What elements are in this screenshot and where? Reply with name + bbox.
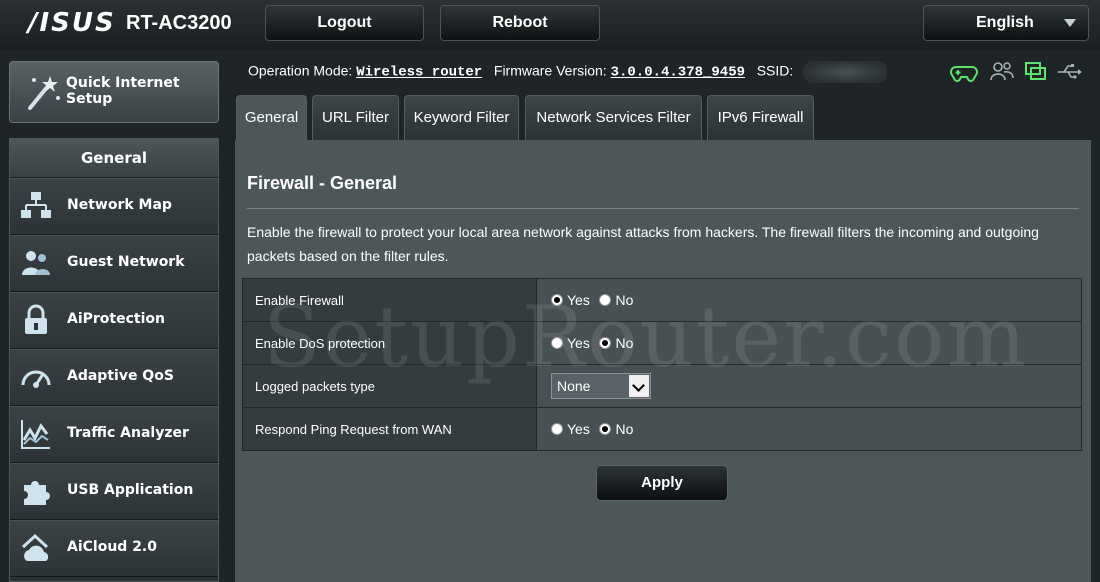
firmware-label: Firmware Version: [493,62,607,79]
tab-network-services-filter[interactable]: Network Services Filter [525,95,702,140]
guest-network-icon [22,251,50,275]
sidebar-item-adaptive-qos[interactable]: Adaptive QoS [10,349,218,406]
title-divider [247,208,1079,209]
yes-label: Yes [567,335,590,351]
yes-label: Yes [567,292,590,308]
enable-firewall-no-radio[interactable] [599,294,612,306]
tab-keyword-filter[interactable]: Keyword Filter [404,95,519,140]
network-map-icon [21,192,51,218]
table-row: Respond Ping Request from WAN Yes No [242,407,1082,451]
sidebar-item-label: Network Map [67,197,172,213]
firmware-version-link[interactable]: 3.0.0.4.378_9459 [611,65,745,81]
sidebar-item-label: Traffic Analyzer [67,425,189,441]
chevron-down-icon [1064,19,1076,27]
respond-ping-label: Respond Ping Request from WAN [242,407,537,451]
magic-wand-icon [28,76,60,110]
monitor-icon[interactable] [1024,61,1048,83]
no-label: No [615,421,634,437]
page-description: Enable the firewall to protect your loca… [247,224,1039,264]
cloud-home-icon [21,533,49,561]
tab-general[interactable]: General [236,95,307,140]
firewall-settings-table: Enable Firewall Yes No Enable DoS protec… [242,278,1082,451]
status-bar: Operation Mode: Wireless router Firmware… [248,61,888,83]
clients-icon[interactable] [990,61,1014,83]
respond-ping-yes-radio[interactable] [551,423,563,435]
enable-firewall-options: Yes No [536,278,1082,322]
no-label: No [615,292,634,308]
sidebar-item-network-map[interactable]: Network Map [10,178,218,235]
asus-logo: /ISUS [28,8,116,38]
enable-dos-label: Enable DoS protection [242,321,537,365]
speedometer-icon [21,370,51,388]
logged-packets-value: None [557,378,591,394]
enable-firewall-label: Enable Firewall [242,278,537,322]
tab-url-filter[interactable]: URL Filter [312,95,399,140]
sidebar-item-label: Guest Network [67,254,185,270]
table-row: Logged packets type None [242,364,1082,408]
tab-ipv6-firewall[interactable]: IPv6 Firewall [707,95,814,140]
language-value: English [976,14,1034,31]
sidebar-item-traffic-analyzer[interactable]: Traffic Analyzer [10,406,218,463]
firewall-panel: Firewall - General Enable the firewall t… [235,140,1091,582]
logout-button[interactable]: Logout [265,5,424,41]
model-name: RT-AC3200 [126,12,232,34]
chevron-down-icon [629,375,649,397]
logged-packets-label: Logged packets type [242,364,537,408]
reboot-button[interactable]: Reboot [440,5,600,41]
sidebar-item-guest-network[interactable]: Guest Network [10,235,218,292]
apply-button[interactable]: Apply [596,465,728,501]
table-row: Enable DoS protection Yes No [242,321,1082,365]
sidebar-item-aicloud[interactable]: AiCloud 2.0 [10,520,218,577]
page-title: Firewall - General [247,173,398,193]
respond-ping-options: Yes No [536,407,1082,451]
table-row: Enable Firewall Yes No [242,278,1082,322]
gamepad-icon[interactable] [950,61,978,83]
quick-internet-setup-button[interactable]: Quick Internet Setup [9,61,219,123]
sidebar-item-label: Adaptive QoS [67,368,174,384]
logged-packets-options: None [536,364,1082,408]
enable-dos-yes-radio[interactable] [551,337,563,349]
language-select[interactable]: English [923,5,1089,41]
sidebar-item-usb-application[interactable]: USB Application [10,463,218,520]
sidebar-section-title: General [10,139,218,178]
yes-label: Yes [567,421,590,437]
puzzle-icon [24,481,50,505]
ssid-label: SSID: [756,62,794,79]
sidebar-item-label: AiProtection [67,311,165,327]
enable-dos-no-radio[interactable] [599,337,612,349]
usb-icon[interactable] [1056,61,1082,83]
enable-firewall-yes-radio[interactable] [551,294,563,306]
lock-icon [25,304,47,334]
operation-mode-label: Operation Mode: [248,62,353,79]
sidebar: General Network Map Guest Network AiProt… [9,138,219,582]
logged-packets-select[interactable]: None [551,373,651,399]
ssid-value-blurred [803,61,888,83]
no-label: No [615,335,634,351]
traffic-chart-icon [21,420,50,449]
operation-mode-link[interactable]: Wireless router [356,65,482,81]
enable-dos-options: Yes No [536,321,1082,365]
sidebar-item-label: USB Application [67,482,194,498]
top-bar: /ISUS RT-AC3200 Logout Reboot English [0,0,1100,50]
quick-setup-label: Quick Internet Setup [66,75,180,107]
respond-ping-no-radio[interactable] [599,423,612,435]
sidebar-item-aiprotection[interactable]: AiProtection [10,292,218,349]
sidebar-item-label: AiCloud 2.0 [67,539,157,555]
